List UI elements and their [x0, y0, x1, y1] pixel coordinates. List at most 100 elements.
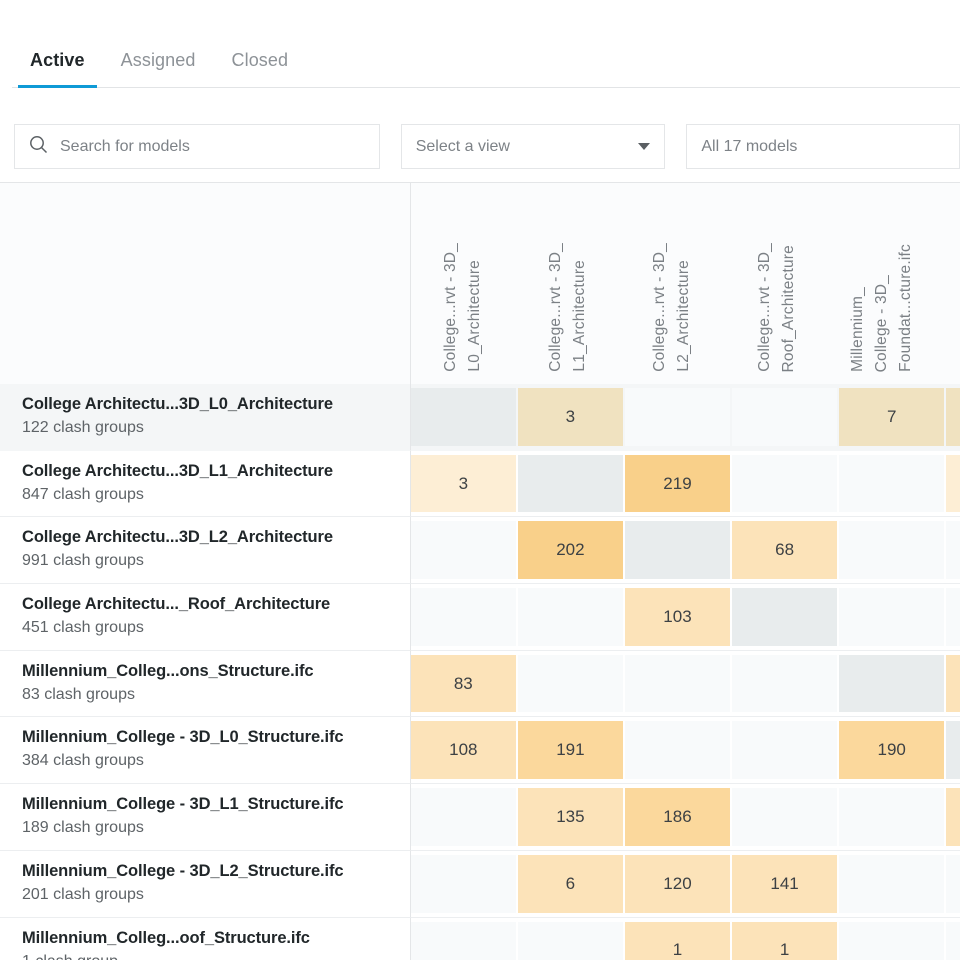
matrix-cell [518, 655, 623, 713]
matrix-cell [732, 788, 837, 846]
view-select[interactable]: Select a view [401, 124, 666, 169]
matrix-row[interactable]: College Architectu...3D_L1_Architecture8… [0, 451, 960, 518]
row-clash-group-count: 83 clash groups [22, 686, 410, 704]
column-header-line: College...rvt - 3D_ [439, 243, 463, 372]
matrix-row[interactable]: Millennium_College - 3D_L2_Structure.ifc… [0, 851, 960, 918]
column-header-line: College - 3D_ [870, 275, 894, 372]
matrix-row[interactable]: Millennium_Colleg...oof_Structure.ifc1 c… [0, 918, 960, 960]
column-header-line: College...rvt - 3D_ [753, 243, 777, 372]
row-header[interactable]: College Architectu..._Roof_Architecture4… [0, 584, 411, 651]
matrix-row-cells: 6120141 [411, 851, 960, 918]
tab-bar: Active Assigned Closed [0, 0, 960, 88]
matrix-row-cells: 108191 190 [411, 717, 960, 784]
row-clash-group-count: 189 clash groups [22, 819, 410, 837]
matrix-cell[interactable]: 120 [625, 855, 730, 913]
matrix-row[interactable]: College Architectu...3D_L2_Architecture9… [0, 517, 960, 584]
matrix-cell[interactable]: 7 [839, 388, 944, 446]
matrix-cell [625, 721, 730, 779]
row-header[interactable]: College Architectu...3D_L1_Architecture8… [0, 451, 411, 518]
column-header-c2[interactable]: College...rvt - 3D_ L1_Architecture [516, 183, 621, 384]
matrix-cell[interactable]: 83 [411, 655, 516, 713]
matrix-cell[interactable]: 141 [732, 855, 837, 913]
matrix-cell[interactable]: 1 [625, 922, 730, 960]
matrix-row-cells: 103 [411, 584, 960, 651]
matrix-cell[interactable]: 135 [518, 788, 623, 846]
matrix-cell [411, 788, 516, 846]
matrix-cell [411, 588, 516, 646]
clash-matrix: College...rvt - 3D_ L0_Architecture Coll… [0, 182, 960, 960]
matrix-cell[interactable]: 1 [732, 922, 837, 960]
matrix-cell[interactable]: 68 [732, 521, 837, 579]
matrix-row[interactable]: Millennium_College - 3D_L1_Structure.ifc… [0, 784, 960, 851]
matrix-cell[interactable]: 3 [411, 455, 516, 513]
column-header-c4[interactable]: College...rvt - 3D_ Roof_Architecture [725, 183, 830, 384]
matrix-cell[interactable]: 219 [625, 455, 730, 513]
matrix-row[interactable]: Millennium_Colleg...ons_Structure.ifc83 … [0, 651, 960, 718]
row-header[interactable]: Millennium_College - 3D_L1_Structure.ifc… [0, 784, 411, 851]
column-header-line: Roof_Architecture [777, 245, 801, 372]
matrix-cell[interactable]: 191 [518, 721, 623, 779]
matrix-cell [839, 588, 944, 646]
row-header[interactable]: College Architectu...3D_L0_Architecture1… [0, 384, 411, 451]
column-header-c5[interactable]: Millennium_ College - 3D_ Foundat...ctur… [829, 183, 934, 384]
matrix-cell[interactable]: 3 [518, 388, 623, 446]
matrix-cell [839, 922, 944, 960]
row-header[interactable]: Millennium_Colleg...oof_Structure.ifc1 c… [0, 918, 411, 960]
row-clash-group-count: 201 clash groups [22, 886, 410, 904]
search-input[interactable]: Search for models [14, 124, 380, 169]
view-select-label: Select a view [416, 138, 510, 156]
matrix-cell [946, 521, 960, 579]
matrix-corner-cell [0, 183, 411, 384]
matrix-cell [839, 455, 944, 513]
row-model-name: College Architectu...3D_L0_Architecture [22, 395, 410, 414]
row-header[interactable]: Millennium_College - 3D_L0_Structure.ifc… [0, 717, 411, 784]
matrix-cell [946, 788, 960, 846]
matrix-cell[interactable]: 103 [625, 588, 730, 646]
column-header-c6[interactable] [934, 183, 960, 384]
column-header-line: L0_Architecture [463, 260, 487, 372]
row-model-name: Millennium_Colleg...oof_Structure.ifc [22, 929, 410, 948]
matrix-cell [732, 655, 837, 713]
row-model-name: Millennium_College - 3D_L1_Structure.ifc [22, 795, 410, 814]
chevron-down-icon [638, 143, 650, 150]
column-header-line: College...rvt - 3D_ [648, 243, 672, 372]
row-header[interactable]: Millennium_Colleg...ons_Structure.ifc83 … [0, 651, 411, 718]
row-header[interactable]: College Architectu...3D_L2_Architecture9… [0, 517, 411, 584]
row-clash-group-count: 451 clash groups [22, 619, 410, 637]
models-filter[interactable]: All 17 models [686, 124, 960, 169]
column-header-c1[interactable]: College...rvt - 3D_ L0_Architecture [411, 183, 516, 384]
matrix-cell[interactable]: 190 [839, 721, 944, 779]
column-header-line: College...rvt - 3D_ [544, 243, 568, 372]
matrix-body: College Architectu...3D_L0_Architecture 1… [0, 384, 960, 960]
column-header-line: L1_Architecture [568, 260, 592, 372]
models-filter-label: All 17 models [701, 138, 797, 156]
column-header-line: Millennium_ [846, 287, 870, 372]
column-header-c3[interactable]: College...rvt - 3D_ L2_Architecture [620, 183, 725, 384]
tab-assigned[interactable]: Assigned [103, 50, 214, 88]
matrix-row-cells: 83 [411, 651, 960, 718]
tab-active[interactable]: Active [12, 50, 103, 88]
matrix-row-cells: 37 [411, 384, 960, 451]
matrix-cell[interactable]: 6 [518, 855, 623, 913]
row-clash-group-count: 847 clash groups [22, 486, 410, 504]
matrix-cell-self [839, 655, 944, 713]
matrix-cell [732, 455, 837, 513]
matrix-row[interactable]: College Architectu..._Roof_Architecture4… [0, 584, 960, 651]
matrix-cell [411, 521, 516, 579]
tab-closed[interactable]: Closed [214, 50, 307, 88]
matrix-header-row: College...rvt - 3D_ L0_Architecture Coll… [0, 183, 960, 384]
matrix-cell[interactable]: 202 [518, 521, 623, 579]
matrix-row[interactable]: Millennium_College - 3D_L0_Structure.ifc… [0, 717, 960, 784]
matrix-cell [839, 521, 944, 579]
matrix-cell[interactable]: 186 [625, 788, 730, 846]
matrix-cell-self [946, 721, 960, 779]
matrix-cell[interactable]: 108 [411, 721, 516, 779]
matrix-row-cells: 11 [411, 918, 960, 960]
matrix-row-cells: 202 68 [411, 517, 960, 584]
matrix-cell-self [411, 388, 516, 446]
matrix-cell [946, 655, 960, 713]
row-header[interactable]: Millennium_College - 3D_L2_Structure.ifc… [0, 851, 411, 918]
matrix-row[interactable]: College Architectu...3D_L0_Architecture1… [0, 384, 960, 451]
matrix-row-cells: 135186 [411, 784, 960, 851]
matrix-cell [946, 855, 960, 913]
